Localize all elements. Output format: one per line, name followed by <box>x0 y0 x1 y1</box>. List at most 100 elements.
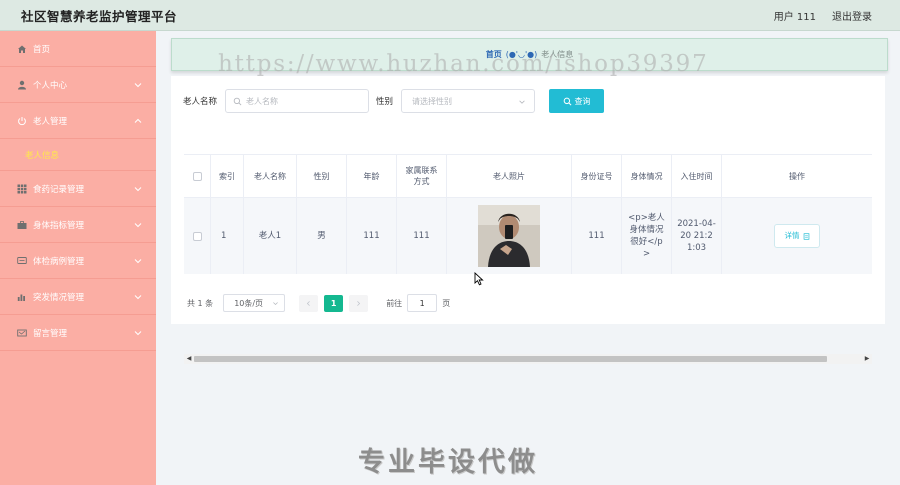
elder-photo[interactable] <box>478 205 540 267</box>
elder-table: 索引 老人名称 性别 年龄 家属联系方式 老人照片 身份证号 身体情况 入住时间… <box>184 154 872 364</box>
row-checkbox[interactable] <box>192 231 202 241</box>
column-header: 操作 <box>722 155 872 198</box>
cell-age: 111 <box>347 198 397 274</box>
app-title: 社区智慧养老监护管理平台 <box>21 8 178 24</box>
chevron-down-icon <box>519 100 525 104</box>
logout-link[interactable]: 退出登录 <box>832 8 872 23</box>
mail-icon <box>16 327 27 338</box>
user-icon <box>16 79 27 90</box>
chevron-down-icon <box>134 295 142 300</box>
chevron-up-icon <box>134 118 142 123</box>
name-search-input[interactable]: 老人名称 <box>225 89 370 113</box>
search-icon <box>233 97 242 105</box>
name-search-placeholder: 老人名称 <box>246 96 279 106</box>
search-bar: 老人名称 老人名称 性别 请选择性别 查询 <box>183 89 605 113</box>
sidebar-item-label: 老人管理 <box>33 116 68 127</box>
row-select-cell <box>184 198 211 274</box>
next-page-button[interactable] <box>349 294 369 312</box>
mouse-cursor-icon <box>474 272 484 286</box>
message-icon <box>16 255 27 266</box>
cell-gender: 男 <box>297 198 347 274</box>
sidebar-item-label: 体检病例管理 <box>33 256 85 267</box>
column-header[interactable]: 身份证号 <box>572 155 622 198</box>
chevron-down-icon <box>134 223 142 228</box>
sidebar-item-medical-records[interactable]: 体检病例管理 <box>0 243 156 279</box>
total-count: 共 1 条 <box>187 298 214 308</box>
chevron-down-icon <box>134 83 142 88</box>
sidebar-item-label: 个人中心 <box>33 80 68 91</box>
cell-contact: 111 <box>397 198 447 274</box>
promo-text: 专业毕设代做 <box>358 447 538 478</box>
sidebar-item-personal-center[interactable]: 个人中心 <box>0 67 156 103</box>
page-number-current[interactable]: 1 <box>324 294 344 312</box>
column-header[interactable]: 年龄 <box>347 155 397 198</box>
table-row[interactable]: 1 老人1 男 111 111 111 <p>老人身体情况很好</p> 2021… <box>184 198 872 274</box>
cell-id-card: 111 <box>572 198 622 274</box>
cell-index: 1 <box>211 198 244 274</box>
column-header[interactable]: 老人名称 <box>244 155 297 198</box>
sidebar-item-food-medicine[interactable]: 食药记录管理 <box>0 171 156 207</box>
horizontal-scrollbar[interactable]: ◀ ▶ <box>184 354 872 364</box>
select-all-cell <box>184 155 211 198</box>
sidebar: 首页 个人中心 老人管理 老人信息 食药记录管理 身体指标管理 体检病例管理 突… <box>0 31 156 485</box>
goto-unit: 页 <box>442 298 451 308</box>
scrollbar-thumb[interactable] <box>194 356 827 362</box>
chevron-down-icon <box>134 331 142 336</box>
goto-label: 前往 <box>386 298 403 308</box>
sidebar-subitem-elder-info[interactable]: 老人信息 <box>0 139 156 171</box>
cell-photo <box>447 198 572 274</box>
search-icon <box>563 97 571 105</box>
goto-page-input[interactable]: 1 <box>407 294 438 312</box>
cell-actions: 详情 <box>722 198 872 274</box>
sidebar-item-elder-management[interactable]: 老人管理 <box>0 103 156 139</box>
cell-checkin-time: 2021-04-20 21:21:03 <box>672 198 722 274</box>
sidebar-item-label: 留言管理 <box>33 328 68 339</box>
column-header[interactable]: 家属联系方式 <box>397 155 447 198</box>
gender-select[interactable]: 请选择性别 <box>401 89 536 113</box>
person-photo-image <box>478 205 540 267</box>
scroll-left-arrow[interactable]: ◀ <box>185 355 193 363</box>
column-header[interactable]: 老人照片 <box>447 155 572 198</box>
name-label: 老人名称 <box>183 97 218 107</box>
select-all-checkbox[interactable] <box>192 171 202 181</box>
sidebar-item-label: 食药记录管理 <box>33 184 85 195</box>
sidebar-item-body-index[interactable]: 身体指标管理 <box>0 207 156 243</box>
search-button[interactable]: 查询 <box>549 89 605 113</box>
home-icon <box>16 43 27 54</box>
sidebar-item-label: 首页 <box>33 44 51 55</box>
chevron-down-icon <box>134 259 142 264</box>
chevron-down-icon <box>273 302 279 306</box>
top-header: 社区智慧养老监护管理平台 用户 111 退出登录 <box>0 0 900 31</box>
column-header[interactable]: 入住时间 <box>672 155 722 198</box>
gender-label: 性别 <box>376 97 394 107</box>
page-size-select[interactable]: 10条/页 <box>223 294 286 312</box>
gender-select-placeholder: 请选择性别 <box>412 96 453 106</box>
document-icon <box>803 232 809 240</box>
grid-icon <box>16 183 27 194</box>
current-user: 用户 111 <box>773 12 816 23</box>
sidebar-item-emergency[interactable]: 突发情况管理 <box>0 279 156 315</box>
briefcase-icon <box>16 219 27 230</box>
detail-button-label: 详情 <box>784 231 800 240</box>
column-header[interactable]: 身体情况 <box>622 155 672 198</box>
sidebar-item-home[interactable]: 首页 <box>0 31 156 67</box>
detail-button[interactable]: 详情 <box>774 224 820 248</box>
chevron-left-icon <box>307 300 311 306</box>
prev-page-button[interactable] <box>299 294 319 312</box>
content-panel: 老人名称 老人名称 性别 请选择性别 查询 索引 老人名称 性别 年龄 家属联系… <box>171 76 885 364</box>
sidebar-item-messages[interactable]: 留言管理 <box>0 315 156 351</box>
page-size-value: 10条/页 <box>234 298 264 308</box>
chevron-right-icon <box>357 300 361 306</box>
sidebar-item-label: 身体指标管理 <box>33 220 85 231</box>
cell-condition: <p>老人身体情况很好</p> <box>622 198 672 274</box>
search-button-label: 查询 <box>574 96 591 106</box>
column-header[interactable]: 索引 <box>211 155 244 198</box>
power-icon <box>16 115 27 126</box>
chart-icon <box>16 291 27 302</box>
table-header-row: 索引 老人名称 性别 年龄 家属联系方式 老人照片 身份证号 身体情况 入住时间… <box>184 155 872 198</box>
cell-name: 老人1 <box>244 198 297 274</box>
column-header[interactable]: 性别 <box>297 155 347 198</box>
scroll-right-arrow[interactable]: ▶ <box>863 355 871 363</box>
pagination: 共 1 条 10条/页 1 前往 1 页 <box>187 294 450 312</box>
watermark-url: https://www.huzhan.com/ishop39397 <box>218 51 709 77</box>
